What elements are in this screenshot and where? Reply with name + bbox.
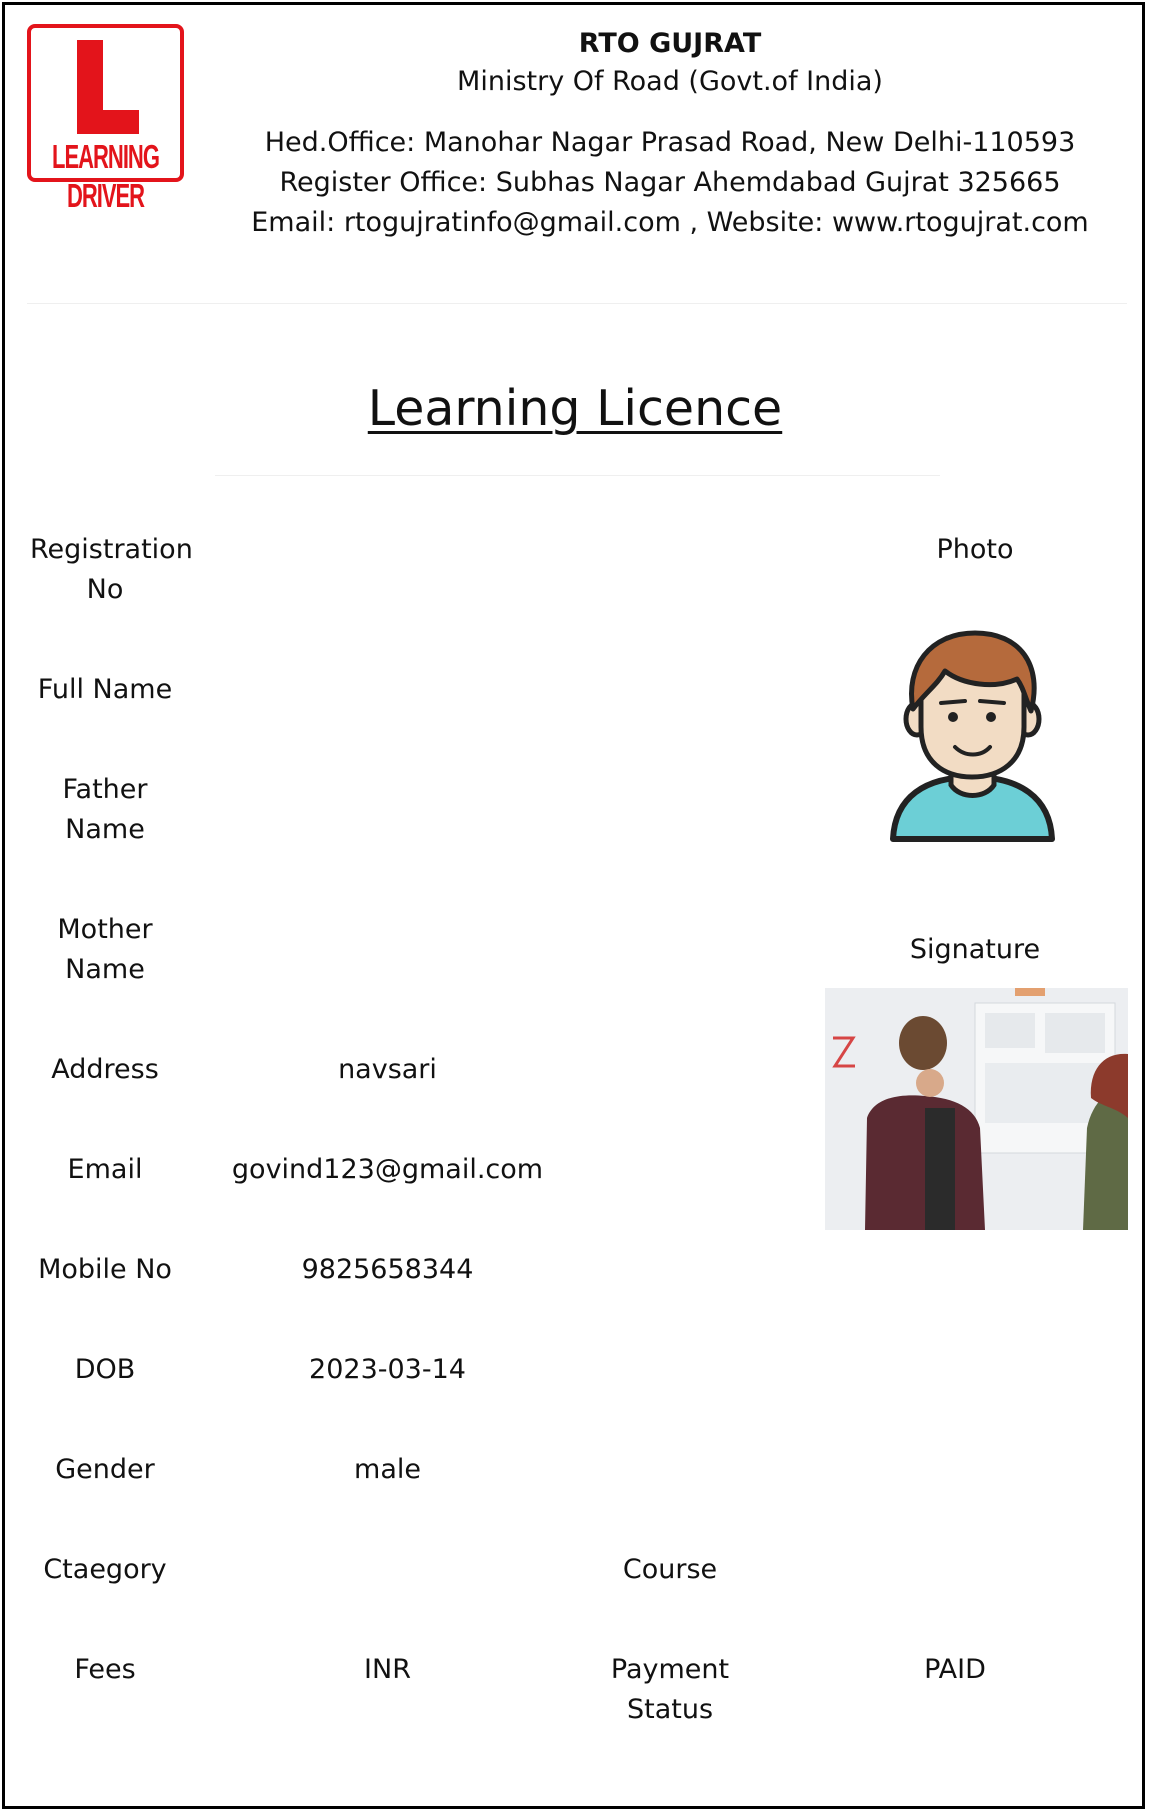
value-dob: 2023-03-14 [309,1354,466,1385]
value-fees: INR [364,1654,411,1685]
label-mobile-no: Mobile No [38,1254,172,1285]
label-dob: DOB [74,1354,136,1385]
user-avatar-icon [885,627,1060,845]
label-category: Ctaegory [43,1554,167,1585]
label-mother-name: Mother Name [57,914,153,985]
label-registration-no: Registration No [30,534,193,605]
header-divider [27,303,1127,304]
value-email: govind123@gmail.com [231,1154,544,1185]
signature-label: Signature [909,934,1041,965]
value-mobile-no: 9825658344 [301,1254,474,1285]
label-course: Course [622,1554,718,1585]
title-divider [215,475,940,476]
document-title: Learning Licence [367,380,783,437]
value-address: navsari [338,1054,437,1085]
label-payment-status: Payment Status [610,1654,730,1725]
value-payment-status: PAID [924,1654,986,1685]
signature-image [825,988,1128,1230]
head-office-address: Hed.Office: Manohar Nagar Prasad Road, N… [264,127,1076,158]
label-email: Email [67,1154,143,1185]
photo-label: Photo [936,534,1014,565]
label-father-name: Father Name [62,774,148,845]
label-full-name: Full Name [37,674,173,705]
label-fees: Fees [74,1654,136,1685]
value-gender: male [354,1454,421,1485]
logo-letter-l-base [77,110,139,134]
label-gender: Gender [55,1454,155,1485]
logo-text: LEARNING DRIVER [52,138,160,215]
learning-driver-logo: LEARNING DRIVER [27,24,184,215]
label-address: Address [51,1054,159,1085]
org-subtitle: Ministry Of Road (Govt.of India) [457,66,883,97]
register-office-address: Register Office: Subhas Nagar Ahemdabad … [279,167,1061,198]
document-frame [2,2,1145,1809]
contact-info: Email: rtogujratinfo@gmail.com , Website… [251,207,1089,238]
org-title: RTO GUJRAT [578,28,762,59]
